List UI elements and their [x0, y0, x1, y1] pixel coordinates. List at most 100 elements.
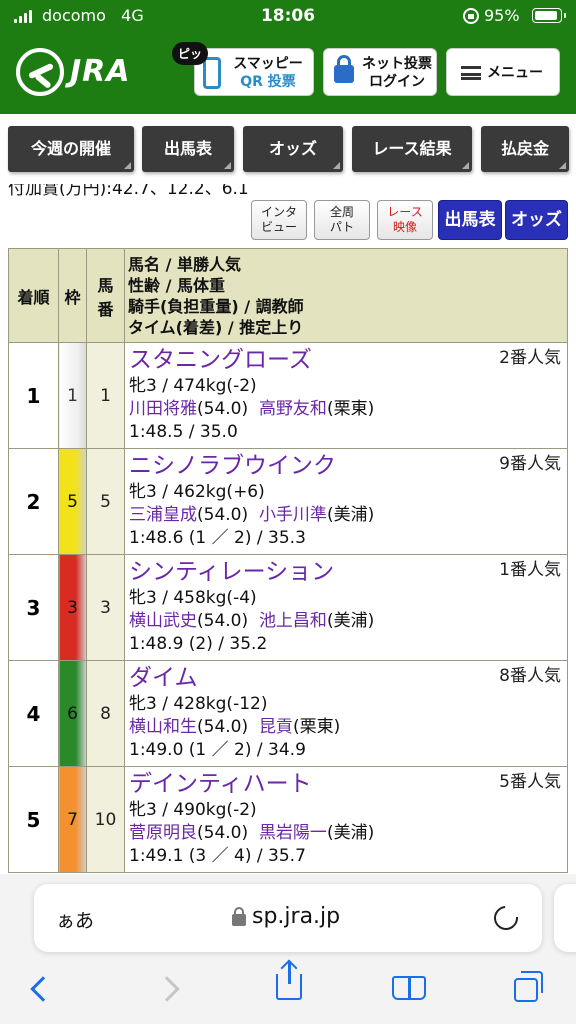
- smappy-label-line1: スマッピー: [233, 56, 303, 72]
- jockey-trainer: 菅原明良(54.0) 黒岩陽一(美浦): [129, 822, 563, 845]
- hamburger-icon: [461, 66, 481, 80]
- waku-cell: 7: [58, 766, 87, 873]
- popularity: 5番人気: [499, 772, 561, 792]
- time-margin-last3f: 1:48.6 (1 ／ 2) / 35.3: [129, 528, 306, 548]
- table-row: 2 5 5 ニシノラブウインク 9番人気 牝3 / 462kg(+6) 三浦皇成(54.0)…: [8, 448, 568, 555]
- trainer-stable: (美浦): [326, 611, 375, 631]
- trainer-stable: (美浦): [326, 505, 375, 525]
- entries-button[interactable]: 出馬表: [438, 200, 502, 240]
- nav-payouts[interactable]: 払戻金: [481, 126, 569, 172]
- battery-fill: [535, 11, 557, 20]
- sex-age-weight: 牝3 / 474kg(-2): [129, 376, 257, 396]
- header-rank: 着順: [8, 248, 59, 343]
- horse-info-cell: スタニングローズ 2番人気牝3 / 474kg(-2) 川田将雅(54.0) 高野友…: [124, 342, 568, 449]
- odds-button[interactable]: オッズ: [505, 200, 568, 240]
- next-tab-card[interactable]: [554, 884, 576, 952]
- popularity: 2番人気: [499, 348, 561, 368]
- trainer-stable: (美浦): [326, 823, 375, 843]
- jockey-weight: (54.0): [197, 717, 249, 737]
- sex-age-weight: 牝3 / 458kg(-4): [129, 588, 257, 608]
- horse-name-link[interactable]: デインティハート: [129, 769, 563, 799]
- horse-name-link[interactable]: ニシノラブウインク: [129, 451, 563, 481]
- jockey-link[interactable]: 横山和生: [129, 717, 197, 737]
- nav-this-week[interactable]: 今週の開催: [8, 126, 134, 172]
- trainer-stable: (栗東): [292, 717, 341, 737]
- time-margin-last3f: 1:48.5 / 35.0: [129, 422, 238, 442]
- race-video-button[interactable]: レース 映像: [377, 200, 433, 240]
- smappy-label: スマッピー QR 投票: [225, 55, 311, 91]
- smappy-qr-button[interactable]: スマッピー QR 投票: [194, 48, 314, 96]
- tabs-icon[interactable]: [514, 971, 543, 1002]
- horse-number-cell: 3: [86, 554, 125, 661]
- net-vote-label-line2: ログイン: [369, 74, 425, 90]
- bookmarks-icon[interactable]: [392, 976, 426, 1000]
- trainer-link[interactable]: 高野友和: [259, 399, 327, 419]
- forward-icon[interactable]: [154, 976, 180, 1002]
- menu-button[interactable]: メニュー: [446, 48, 560, 96]
- jockey-weight: (54.0): [197, 505, 249, 525]
- header-info-line4: タイム(着差) / 推定上り: [128, 317, 304, 337]
- jockey-link[interactable]: 横山武史: [129, 611, 197, 631]
- horse-number-cell: 1: [86, 342, 125, 449]
- menu-label: メニュー: [487, 65, 543, 81]
- battery-percent: 95%: [484, 6, 520, 25]
- jockey-link[interactable]: 菅原明良: [129, 823, 197, 843]
- nav-race-results[interactable]: レース結果: [352, 126, 472, 172]
- popularity: 8番人気: [499, 666, 561, 686]
- header-info-line2: 性齢 / 馬体重: [128, 275, 225, 295]
- rank-cell: 3: [8, 554, 59, 661]
- time-margin-last3f: 1:48.9 (2) / 35.2: [129, 634, 268, 654]
- interview-label-line2: ビュー: [260, 220, 297, 234]
- trainer-link[interactable]: 黒岩陽一: [259, 823, 327, 843]
- url-text[interactable]: sp.jra.jp: [252, 904, 340, 929]
- interview-label-line1: インタ: [260, 205, 297, 219]
- nav-odds[interactable]: オッズ: [243, 126, 343, 172]
- jockey-trainer: 三浦皇成(54.0) 小手川準(美浦): [129, 504, 563, 527]
- status-bar: docomo 4G 18:06 95%: [0, 0, 576, 34]
- waku-cell: 5: [58, 448, 87, 555]
- table-row: 5 7 10 デインティハート 5番人気 牝3 / 490kg(-2) 菅原明良(54.0)…: [8, 766, 568, 873]
- net-vote-login-button[interactable]: ネット投票 ログイン: [323, 48, 437, 96]
- browser-toolbar: ぁあ sp.jra.jp: [0, 874, 576, 1024]
- main-nav: 今週の開催 出馬表 オッズ レース結果 払戻金: [0, 114, 576, 184]
- horse-name-link[interactable]: ダイム: [129, 663, 563, 693]
- address-bar[interactable]: ぁあ sp.jra.jp: [34, 884, 542, 952]
- header-number-line1: 馬: [97, 275, 114, 295]
- table-row: 1 1 1 スタニングローズ 2番人気 牝3 / 474kg(-2) 川田将雅(54.0) …: [8, 342, 568, 449]
- header-number: 馬番: [86, 248, 125, 343]
- horse-info-cell: シンティレーション 1番人気 牝3 / 458kg(-4) 横山武史(54.0) 池上…: [124, 554, 568, 661]
- jockey-trainer: 横山和生(54.0) 昆貢(栗東): [129, 716, 563, 739]
- trainer-link[interactable]: 昆貢: [259, 717, 293, 737]
- text-size-button[interactable]: ぁあ: [56, 906, 94, 933]
- interview-button[interactable]: インタ ビュー: [251, 200, 307, 240]
- time-margin-last3f: 1:49.1 (3 ／ 4) / 35.7: [129, 846, 306, 866]
- time-margin-last3f: 1:49.0 (1 ／ 2) / 34.9: [129, 740, 306, 760]
- jockey-link[interactable]: 川田将雅: [129, 399, 197, 419]
- reload-icon[interactable]: [489, 901, 523, 935]
- trainer-stable: (栗東): [326, 399, 375, 419]
- horse-number-cell: 8: [86, 660, 125, 767]
- horse-name-link[interactable]: シンティレーション: [129, 557, 563, 587]
- header-info: 馬名 / 単勝人気 性齢 / 馬体重 騎手(負担重量) / 調教師 タイム(着差…: [124, 248, 568, 343]
- horse-info-cell: デインティハート 5番人気牝3 / 490kg(-2) 菅原明良(54.0) 黒岩陽…: [124, 766, 568, 873]
- back-icon[interactable]: [30, 976, 56, 1002]
- jockey-weight: (54.0): [197, 399, 249, 419]
- share-icon[interactable]: [276, 962, 302, 1000]
- jockey-link[interactable]: 三浦皇成: [129, 505, 197, 525]
- trainer-link[interactable]: 池上昌和: [259, 611, 327, 631]
- battery-icon: [532, 8, 566, 23]
- phone-icon: [203, 57, 221, 89]
- horse-info-cell: ニシノラブウインク 9番人気 牝3 / 462kg(+6) 三浦皇成(54.0) 小手…: [124, 448, 568, 555]
- net-vote-label: ネット投票 ログイン: [358, 55, 436, 91]
- jra-logo[interactable]: JRA: [16, 46, 146, 98]
- added-prize-text: 付加賞(万円):42.7、12.2、6.1: [8, 184, 249, 199]
- horse-name-link[interactable]: スタニングローズ: [129, 345, 563, 375]
- lock-icon: [334, 55, 354, 83]
- table-row: 4 6 8 ダイム 8番人気 牝3 / 428kg(-12) 横山和生(54.0) 昆貢(栗…: [8, 660, 568, 767]
- patrol-video-button[interactable]: 全周 パト: [314, 200, 370, 240]
- sex-age-weight: 牝3 / 490kg(-2): [129, 800, 257, 820]
- pip-badge: ピッ: [172, 42, 209, 65]
- trainer-link[interactable]: 小手川準: [259, 505, 327, 525]
- waku-cell: 6: [58, 660, 87, 767]
- nav-entries[interactable]: 出馬表: [142, 126, 234, 172]
